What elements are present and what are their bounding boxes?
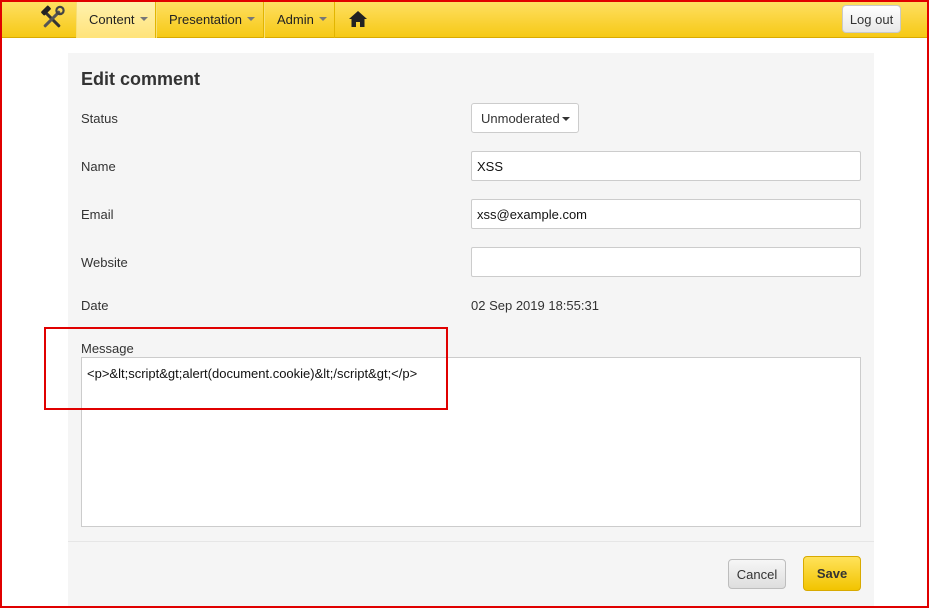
save-button[interactable]: Save	[803, 556, 861, 591]
nav-presentation-label: Presentation	[169, 11, 242, 27]
nav-admin-menu[interactable]: Admin	[264, 0, 335, 38]
chevron-down-icon	[139, 17, 148, 21]
message-label: Message	[81, 341, 134, 356]
name-label: Name	[81, 159, 116, 174]
cancel-button[interactable]: Cancel	[728, 559, 786, 589]
message-textarea[interactable]: <p>&lt;script&gt;alert(document.cookie)&…	[81, 357, 861, 527]
nav-content-menu[interactable]: Content	[76, 0, 156, 38]
website-field[interactable]	[471, 247, 861, 277]
tools-icon[interactable]	[28, 0, 76, 38]
top-navbar: Content Presentation Admin Log out	[0, 0, 929, 38]
nav-presentation-menu[interactable]: Presentation	[156, 0, 264, 38]
chevron-down-icon	[247, 17, 255, 21]
home-icon[interactable]	[335, 0, 381, 38]
date-value: 02 Sep 2019 18:55:31	[471, 298, 599, 313]
nav-content-label: Content	[89, 11, 135, 27]
chevron-down-icon	[562, 117, 570, 121]
website-label: Website	[81, 255, 128, 270]
page-title: Edit comment	[81, 69, 201, 89]
status-select[interactable]: Unmoderated	[471, 103, 579, 133]
name-field[interactable]	[471, 151, 861, 181]
email-field[interactable]	[471, 199, 861, 229]
chevron-down-icon	[318, 17, 327, 21]
date-label: Date	[81, 298, 109, 313]
email-label: Email	[81, 207, 114, 222]
status-label: Status	[81, 111, 118, 126]
status-select-value: Unmoderated	[481, 110, 560, 126]
logout-button[interactable]: Log out	[842, 5, 901, 33]
nav-admin-label: Admin	[277, 11, 314, 27]
